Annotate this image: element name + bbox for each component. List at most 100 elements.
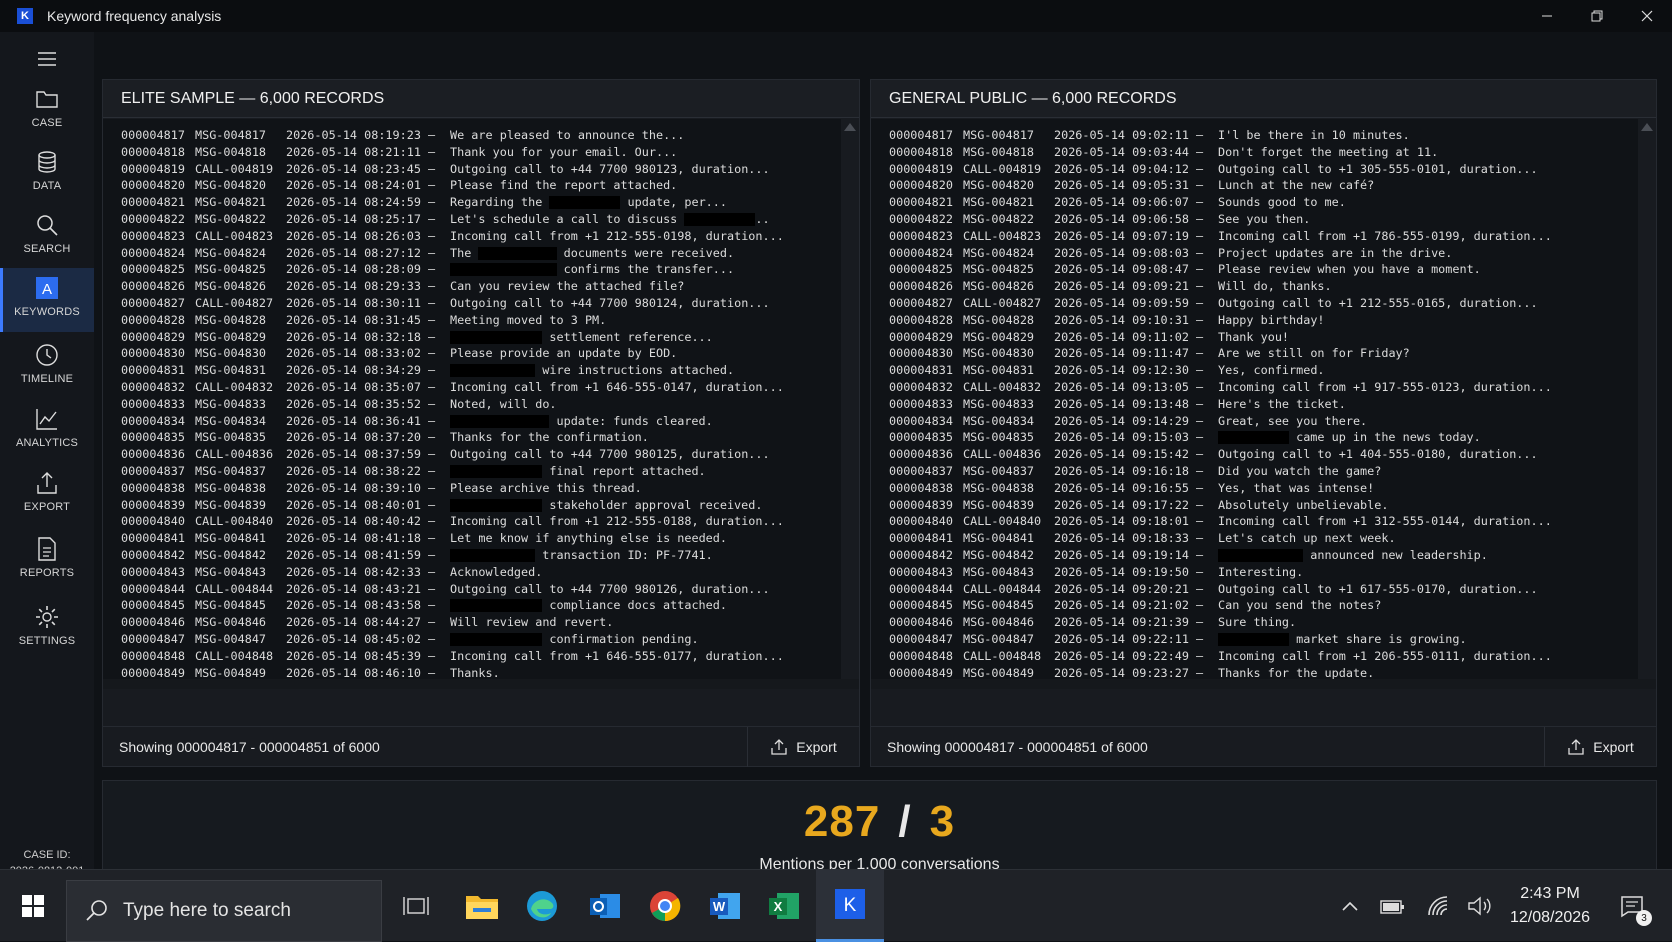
log-row[interactable]: 000004829 MSG-004829 2026-05-14 08:32:18— … [103,329,859,346]
log-row[interactable]: 000004844 CALL-004844 2026-05-14 09:20:21 —… [871,581,1656,598]
scroll-up-icon[interactable] [844,123,856,131]
sidebar-item-timeline[interactable]: TIMELINE [0,338,94,398]
log-row[interactable]: 000004848 CALL-004848 2026-05-14 09:22:49 —… [871,648,1656,665]
log-row[interactable]: 000004844 CALL-004844 2026-05-14 08:43:21 —… [103,581,859,598]
vertical-scrollbar[interactable] [841,119,859,689]
log-row[interactable]: 000004820 MSG-004820 2026-05-14 09:05:31 — L… [871,177,1656,194]
log-row[interactable]: 000004842 MSG-004842 2026-05-14 08:41:59— … [103,547,859,564]
log-row[interactable]: 000004840 CALL-004840 2026-05-14 09:18:01 —… [871,513,1656,530]
log-row[interactable]: 000004830 MSG-004830 2026-05-14 09:11:47 — A… [871,345,1656,362]
hamburger-menu-button[interactable] [0,44,94,76]
network-status[interactable] [1424,870,1452,942]
horizontal-scrollbar[interactable] [103,679,859,689]
log-row[interactable]: 000004837 MSG-004837 2026-05-14 08:38:22— … [103,463,859,480]
start-button[interactable] [10,870,56,942]
log-row[interactable]: 000004825 MSG-004825 2026-05-14 08:28:09— … [103,261,859,278]
sidebar-item-settings[interactable]: SETTINGS [0,600,94,660]
log-row[interactable]: 000004836 CALL-004836 2026-05-14 09:15:42 —… [871,446,1656,463]
log-row[interactable]: 000004834 MSG-004834 2026-05-14 09:14:29 — G… [871,413,1656,430]
log-row[interactable]: 000004818 MSG-004818 2026-05-14 08:21:11 — T… [103,144,859,161]
log-row[interactable]: 000004828 MSG-004828 2026-05-14 09:10:31 — H… [871,312,1656,329]
chrome-button[interactable] [643,870,687,942]
outlook-button[interactable] [583,870,627,942]
word-button[interactable]: W [703,870,747,942]
log-row[interactable]: 000004839 MSG-004839 2026-05-14 09:17:22 — A… [871,497,1656,514]
log-viewer[interactable]: 000004817 MSG-004817 2026-05-14 09:02:11 — I… [871,119,1656,689]
log-row[interactable]: 000004832 CALL-004832 2026-05-14 08:35:07 —… [103,379,859,396]
log-row[interactable]: 000004824 MSG-004824 2026-05-14 08:27:12 — T… [103,245,859,262]
log-row[interactable]: 000004819 CALL-004819 2026-05-14 08:23:45 —… [103,161,859,178]
excel-button[interactable]: X [762,870,806,942]
task-view-button[interactable] [396,870,436,942]
log-row[interactable]: 000004840 CALL-004840 2026-05-14 08:40:42 —… [103,513,859,530]
sidebar-item-search[interactable]: SEARCH [0,208,94,268]
close-button[interactable] [1622,0,1672,32]
log-row[interactable]: 000004848 CALL-004848 2026-05-14 08:45:39 —… [103,648,859,665]
log-row[interactable]: 000004846 MSG-004846 2026-05-14 09:21:39 — S… [871,614,1656,631]
log-row[interactable]: 000004817 MSG-004817 2026-05-14 09:02:11 — I… [871,127,1656,144]
log-row[interactable]: 000004833 MSG-004833 2026-05-14 08:35:52 — N… [103,396,859,413]
show-hidden-icons-button[interactable] [1338,870,1362,942]
minimize-button[interactable] [1522,0,1572,32]
sidebar-item-export[interactable]: EXPORT [0,466,94,526]
log-row[interactable]: 000004820 MSG-004820 2026-05-14 08:24:01 — P… [103,177,859,194]
log-row[interactable]: 000004830 MSG-004830 2026-05-14 08:33:02 — P… [103,345,859,362]
log-row[interactable]: 000004835 MSG-004835 2026-05-14 08:37:20 — T… [103,429,859,446]
sidebar-item-keywords[interactable]: A KEYWORDS [0,268,94,332]
log-row[interactable]: 000004838 MSG-004838 2026-05-14 08:39:10 — P… [103,480,859,497]
log-row[interactable]: 000004846 MSG-004846 2026-05-14 08:44:27 — W… [103,614,859,631]
log-row[interactable]: 000004836 CALL-004836 2026-05-14 08:37:59 —… [103,446,859,463]
log-row[interactable]: 000004823 CALL-004823 2026-05-14 09:07:19 —… [871,228,1656,245]
log-row[interactable]: 000004845 MSG-004845 2026-05-14 09:21:02 — C… [871,597,1656,614]
keyword-app-taskbar-button[interactable]: K [816,870,884,942]
log-row[interactable]: 000004842 MSG-004842 2026-05-14 09:19:14— … [871,547,1656,564]
edge-browser-button[interactable] [520,870,564,942]
log-row[interactable]: 000004826 MSG-004826 2026-05-14 09:09:21 — W… [871,278,1656,295]
log-row[interactable]: 000004825 MSG-004825 2026-05-14 09:08:47 — P… [871,261,1656,278]
log-row[interactable]: 000004817 MSG-004817 2026-05-14 08:19:23 — W… [103,127,859,144]
log-row[interactable]: 000004828 MSG-004828 2026-05-14 08:31:45 — M… [103,312,859,329]
log-row[interactable]: 000004847 MSG-004847 2026-05-14 08:45:02— … [103,631,859,648]
sidebar-item-case[interactable]: CASE [0,82,94,142]
log-row[interactable]: 000004838 MSG-004838 2026-05-14 09:16:55 — Y… [871,480,1656,497]
vertical-scrollbar[interactable] [1638,119,1656,689]
log-row[interactable]: 000004843 MSG-004843 2026-05-14 08:42:33 — A… [103,564,859,581]
log-row[interactable]: 000004823 CALL-004823 2026-05-14 08:26:03 —… [103,228,859,245]
sidebar-item-data[interactable]: DATA [0,145,94,205]
notification-center-button[interactable]: 3 [1612,870,1652,942]
log-row[interactable]: 000004822 MSG-004822 2026-05-14 09:06:58 — S… [871,211,1656,228]
system-clock[interactable]: 2:43 PM 12/08/2026 [1504,882,1596,930]
log-row[interactable]: 000004841 MSG-004841 2026-05-14 08:41:18 — L… [103,530,859,547]
log-row[interactable]: 000004829 MSG-004829 2026-05-14 09:11:02 — T… [871,329,1656,346]
log-row[interactable]: 000004841 MSG-004841 2026-05-14 09:18:33 — L… [871,530,1656,547]
volume-control[interactable] [1465,870,1495,942]
log-row[interactable]: 000004822 MSG-004822 2026-05-14 08:25:17 — L… [103,211,859,228]
taskbar-search-input[interactable] [123,900,363,922]
restore-button[interactable] [1572,0,1622,32]
log-row[interactable]: 000004834 MSG-004834 2026-05-14 08:36:41— … [103,413,859,430]
log-row[interactable]: 000004833 MSG-004833 2026-05-14 09:13:48 — H… [871,396,1656,413]
log-row[interactable]: 000004827 CALL-004827 2026-05-14 09:09:59 —… [871,295,1656,312]
log-row[interactable]: 000004827 CALL-004827 2026-05-14 08:30:11 —… [103,295,859,312]
log-row[interactable]: 000004832 CALL-004832 2026-05-14 09:13:05 —… [871,379,1656,396]
log-row[interactable]: 000004821 MSG-004821 2026-05-14 08:24:59 — R… [103,194,859,211]
log-row[interactable]: 000004818 MSG-004818 2026-05-14 09:03:44 — D… [871,144,1656,161]
log-row[interactable]: 000004845 MSG-004845 2026-05-14 08:43:58— … [103,597,859,614]
log-row[interactable]: 000004847 MSG-004847 2026-05-14 09:22:11— … [871,631,1656,648]
sidebar-item-analytics[interactable]: ANALYTICS [0,402,94,462]
battery-status[interactable] [1379,870,1407,942]
log-viewer[interactable]: 000004817 MSG-004817 2026-05-14 08:19:23 — W… [103,119,859,689]
log-row[interactable]: 000004837 MSG-004837 2026-05-14 09:16:18 — D… [871,463,1656,480]
horizontal-scrollbar[interactable] [871,679,1656,689]
scroll-up-icon[interactable] [1641,123,1653,131]
sidebar-item-reports[interactable]: REPORTS [0,532,94,592]
log-row[interactable]: 000004821 MSG-004821 2026-05-14 09:06:07 — S… [871,194,1656,211]
export-button[interactable]: Export [747,727,859,767]
log-row[interactable]: 000004831 MSG-004831 2026-05-14 08:34:29— … [103,362,859,379]
log-row[interactable]: 000004839 MSG-004839 2026-05-14 08:40:01— … [103,497,859,514]
log-row[interactable]: 000004831 MSG-004831 2026-05-14 09:12:30 — Y… [871,362,1656,379]
file-explorer-button[interactable] [460,870,504,942]
taskbar-search[interactable] [66,880,382,942]
log-row[interactable]: 000004824 MSG-004824 2026-05-14 09:08:03 — P… [871,245,1656,262]
log-row[interactable]: 000004819 CALL-004819 2026-05-14 09:04:12 —… [871,161,1656,178]
